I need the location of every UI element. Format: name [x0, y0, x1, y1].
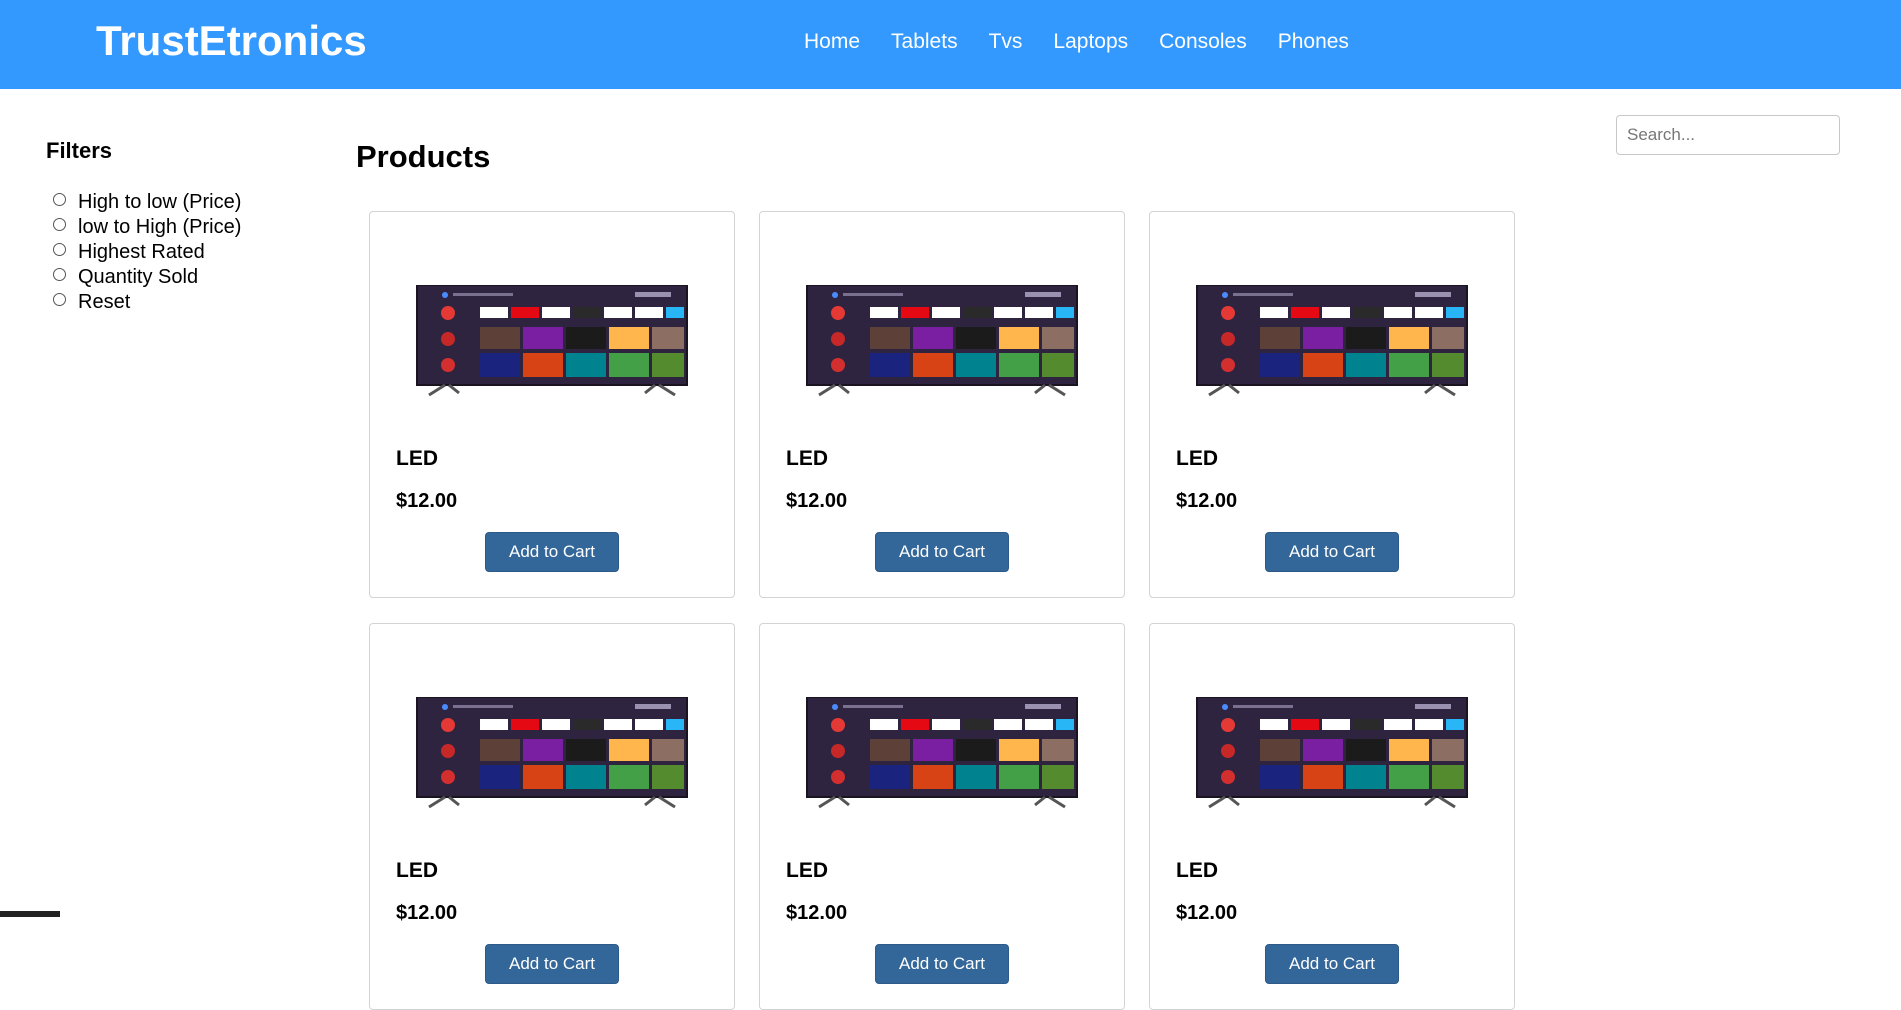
product-price: $12.00 — [1176, 902, 1238, 924]
product-price: $12.00 — [396, 902, 458, 924]
product-name: LED — [396, 447, 438, 470]
search-input[interactable] — [1616, 115, 1840, 155]
product-card: LED $12.00 Add to Cart — [369, 623, 735, 1010]
product-card: LED $12.00 Add to Cart — [369, 211, 735, 598]
add-to-cart-button[interactable]: Add to Cart — [875, 532, 1009, 572]
filter-label: Quantity Sold — [78, 266, 199, 288]
bottom-edge-bar — [0, 911, 60, 917]
tv-image[interactable] — [1195, 285, 1469, 400]
brand-logo[interactable]: TrustEtronics — [96, 16, 367, 66]
product-card: LED $12.00 Add to Cart — [1149, 623, 1515, 1010]
add-to-cart-button[interactable]: Add to Cart — [875, 944, 1009, 984]
product-name: LED — [786, 447, 828, 470]
add-to-cart-button[interactable]: Add to Cart — [1265, 532, 1399, 572]
filter-label: low to High (Price) — [78, 216, 242, 238]
radio-button[interactable] — [53, 268, 66, 281]
product-price: $12.00 — [396, 490, 458, 512]
product-name: LED — [1176, 447, 1218, 470]
radio-button[interactable] — [53, 218, 66, 231]
filter-label: Highest Rated — [78, 241, 205, 263]
product-card: LED $12.00 Add to Cart — [1149, 211, 1515, 598]
product-price: $12.00 — [786, 490, 848, 512]
nav-link-laptops[interactable]: Laptops — [1053, 29, 1128, 55]
nav-link-tvs[interactable]: Tvs — [989, 29, 1023, 55]
filter-options: High to low (Price) low to High (Price) … — [46, 190, 241, 315]
radio-button[interactable] — [53, 193, 66, 206]
filter-reset[interactable]: Reset — [46, 290, 241, 315]
tv-image[interactable] — [415, 285, 689, 400]
product-card: LED $12.00 Add to Cart — [759, 211, 1125, 598]
product-card: LED $12.00 Add to Cart — [759, 623, 1125, 1010]
add-to-cart-button[interactable]: Add to Cart — [1265, 944, 1399, 984]
main-nav: Home Tablets Tvs Laptops Consoles Phones — [804, 29, 1380, 55]
add-to-cart-button[interactable]: Add to Cart — [485, 532, 619, 572]
filter-label: Reset — [78, 291, 131, 313]
tv-image[interactable] — [415, 697, 689, 812]
nav-link-phones[interactable]: Phones — [1278, 29, 1349, 55]
radio-button[interactable] — [53, 243, 66, 256]
product-price: $12.00 — [786, 902, 848, 924]
tv-image[interactable] — [805, 285, 1079, 400]
product-grid: LED $12.00 Add to Cart LED $12.00 Add to… — [369, 211, 1515, 1010]
filters-title: Filters — [46, 138, 113, 163]
tv-image[interactable] — [805, 697, 1079, 812]
nav-link-tablets[interactable]: Tablets — [891, 29, 958, 55]
top-navbar: TrustEtronics Home Tablets Tvs Laptops C… — [0, 0, 1901, 89]
nav-link-home[interactable]: Home — [804, 29, 860, 55]
filter-label: High to low (Price) — [78, 191, 242, 213]
nav-link-consoles[interactable]: Consoles — [1159, 29, 1247, 55]
filter-low-to-high[interactable]: low to High (Price) — [46, 215, 241, 240]
filter-quantity-sold[interactable]: Quantity Sold — [46, 265, 241, 290]
product-price: $12.00 — [1176, 490, 1238, 512]
filter-highest-rated[interactable]: Highest Rated — [46, 240, 241, 265]
product-name: LED — [1176, 859, 1218, 882]
add-to-cart-button[interactable]: Add to Cart — [485, 944, 619, 984]
filter-high-to-low[interactable]: High to low (Price) — [46, 190, 241, 215]
product-name: LED — [786, 859, 828, 882]
product-name: LED — [396, 859, 438, 882]
products-title: Products — [356, 139, 491, 174]
tv-image[interactable] — [1195, 697, 1469, 812]
radio-button[interactable] — [53, 293, 66, 306]
